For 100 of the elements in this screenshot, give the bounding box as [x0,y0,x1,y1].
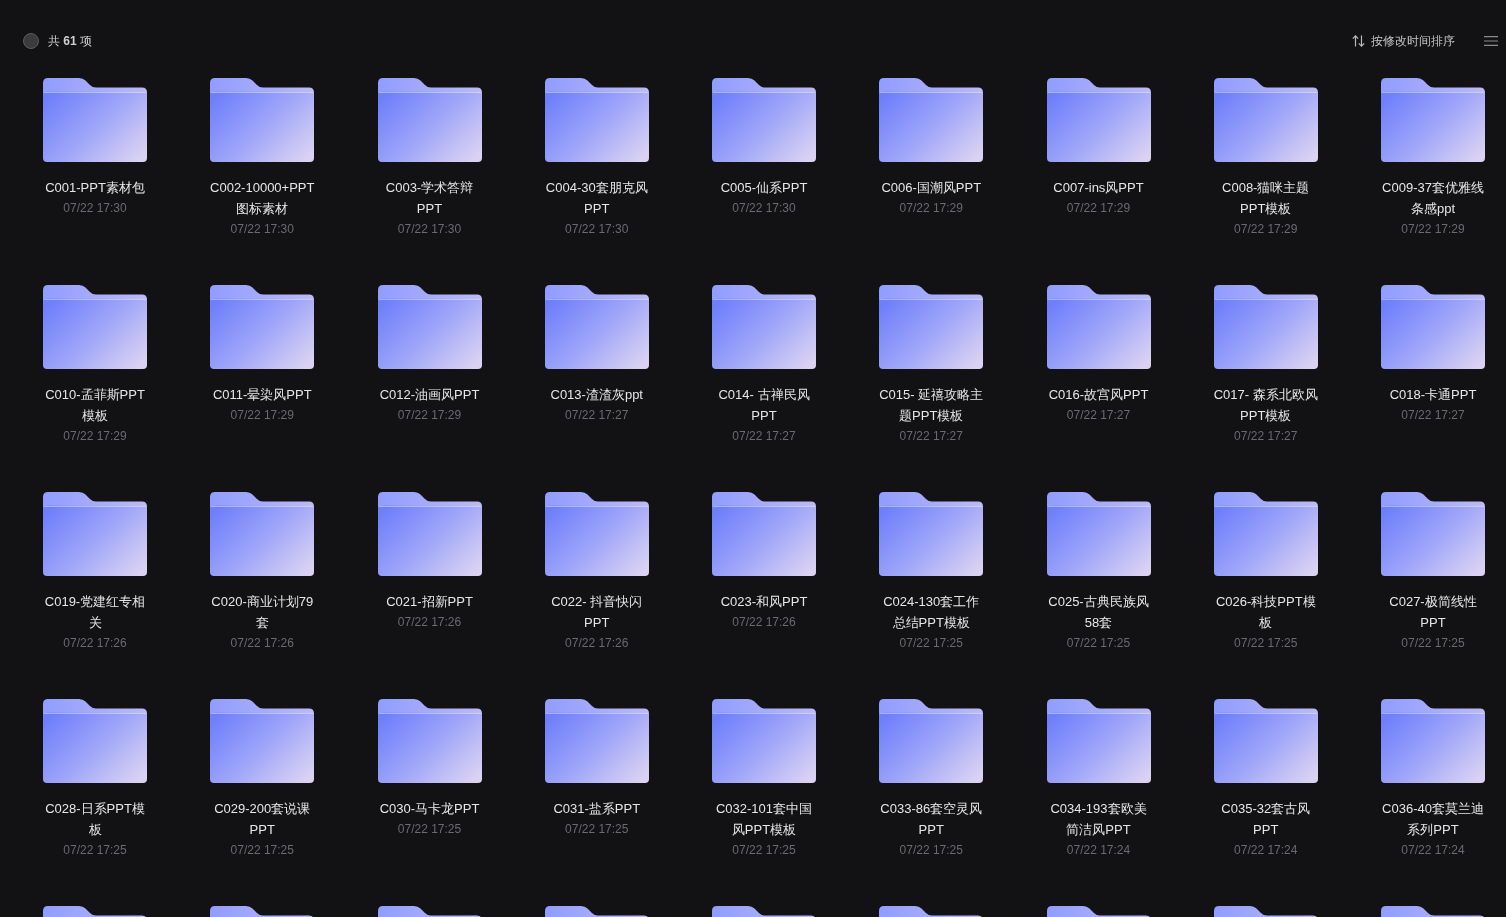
modified-date: 07/22 17:27 [1401,407,1465,424]
modified-date: 07/22 17:25 [397,821,462,838]
folder-name[interactable]: C029-200套说课PPT [208,798,316,840]
folder-icon[interactable] [43,492,147,576]
folder-name[interactable]: C020-商业计划79套 [208,591,316,633]
folder-icon[interactable] [1046,78,1151,162]
folder-name[interactable]: C010-孟菲斯PPT模板 [41,384,149,426]
folder-name[interactable]: C003-学术答辩PPT [376,177,483,219]
folder-name[interactable]: C031-盐系PPT [553,798,641,819]
modified-date: 07/22 17:26 [230,635,294,652]
modified-date: 07/22 17:24 [1066,842,1131,859]
folder-name[interactable]: C017- 森系北欧风PPT模板 [1212,384,1320,426]
folder-name[interactable]: C030-马卡龙PPT [379,798,480,819]
folder-name[interactable]: C007-ins风PPT [1053,177,1144,198]
folder-icon[interactable] [712,492,816,576]
folder-name[interactable]: C032-101套中国风PPT模板 [710,798,818,840]
folder-name[interactable]: C004-30套朋克风PPT [543,177,651,219]
folder-icon[interactable] [1381,78,1485,162]
folder-icon[interactable] [1381,285,1485,369]
folder-icon[interactable] [712,699,816,783]
folder-icon[interactable] [43,699,147,783]
modified-date: 07/22 17:26 [63,635,127,652]
folder-name[interactable]: C036-40套莫兰迪系列PPT [1379,798,1487,840]
sort-icon [1352,35,1365,47]
folder-icon[interactable] [544,492,649,576]
folder-icon[interactable] [1381,699,1485,783]
folder-icon[interactable] [1046,285,1151,369]
folder-name[interactable]: C022- 抖音快闪PPT [543,591,651,633]
modified-date: 07/22 17:29 [1234,221,1298,238]
folder-icon[interactable] [377,78,482,162]
modified-date: 07/22 17:30 [230,221,294,238]
modified-date: 07/22 17:27 [565,407,629,424]
folder-name[interactable]: C006-国潮风PPT [881,177,982,198]
folder-name[interactable]: C008-猫咪主题PPT模板 [1212,177,1320,219]
folder-icon[interactable] [1046,699,1151,783]
folder-icon[interactable] [1213,699,1318,783]
folder-icon[interactable] [1213,492,1318,576]
folder-icon[interactable] [544,285,649,369]
folder-icon[interactable] [544,699,649,783]
folder-name[interactable]: C023-和风PPT [720,591,808,612]
folder-name[interactable]: C013-渣渣灰ppt [550,384,643,405]
modified-date: 07/22 17:25 [1401,635,1465,652]
modified-date: 07/22 17:26 [565,635,629,652]
folder-icon[interactable] [210,285,315,369]
folder-icon[interactable] [43,285,147,369]
modified-date: 07/22 17:27 [899,428,963,445]
folder-name[interactable]: C009-37套优雅线条感ppt [1379,177,1487,219]
folder-name[interactable]: C019-党建红专相关 [41,591,149,633]
folder-icon[interactable] [879,78,984,162]
modified-date: 07/22 17:25 [230,842,294,859]
folder-icon[interactable] [210,78,315,162]
modified-date: 07/22 17:29 [397,407,462,424]
folder-name[interactable]: C002-10000+PPT图标素材 [208,177,316,219]
modified-date: 07/22 17:26 [397,614,462,631]
folder-name[interactable]: C014- 古禅民风PPT [710,384,818,426]
folder-icon[interactable] [712,285,816,369]
folder-name[interactable]: C028-日系PPT模板 [41,798,149,840]
select-all-checkbox[interactable] [23,33,39,49]
folder-name[interactable]: C001-PPT素材包 [45,177,145,198]
folder-icon[interactable] [879,699,984,783]
modified-date: 07/22 17:30 [397,221,462,238]
modified-date: 07/22 17:25 [899,842,963,859]
folder-icon[interactable] [1213,285,1318,369]
folder-icon[interactable] [377,285,482,369]
modified-date: 07/22 17:30 [732,200,796,217]
folder-name[interactable]: C015- 延禧攻略主题PPT模板 [877,384,985,426]
sort-button[interactable]: 按修改时间排序 [1352,32,1455,50]
folder-name[interactable]: C012-油画风PPT [379,384,480,405]
folder-icon[interactable] [879,492,984,576]
folder-name[interactable]: C011-晕染风PPT [212,384,312,405]
folder-name[interactable]: C025-古典民族风58套 [1045,591,1152,633]
folder-icon[interactable] [377,492,482,576]
folder-icon[interactable] [210,492,315,576]
folder-icon[interactable] [712,78,816,162]
modified-date: 07/22 17:25 [732,842,796,859]
folder-icon[interactable] [210,699,315,783]
modified-date: 07/22 17:27 [732,428,796,445]
folder-name[interactable]: C035-32套古风PPT [1212,798,1320,840]
folder-name[interactable]: C027-极简线性PPT [1379,591,1487,633]
folder-name[interactable]: C021-招新PPT [386,591,473,612]
folder-icon[interactable] [377,699,482,783]
folder-icon[interactable] [544,78,649,162]
modified-date: 07/22 17:24 [1234,842,1298,859]
folder-icon[interactable] [1381,492,1485,576]
menu-icon[interactable] [1484,36,1498,46]
folder-name[interactable]: C033-86套空灵风PPT [877,798,985,840]
folder-name[interactable]: C034-193套欧美简洁风PPT [1045,798,1152,840]
modified-date: 07/22 17:29 [1401,221,1465,238]
folder-icon[interactable] [1213,78,1318,162]
folder-icon[interactable] [1046,492,1151,576]
folder-name[interactable]: C016-故宫风PPT [1048,384,1149,405]
folder-name[interactable]: C018-卡通PPT [1389,384,1477,405]
folder-icon[interactable] [879,285,984,369]
folder-icon[interactable] [43,78,147,162]
folder-name[interactable]: C024-130套工作总结PPT模板 [877,591,985,633]
modified-date: 07/22 17:25 [1234,635,1298,652]
modified-date: 07/22 17:26 [732,614,796,631]
folder-name[interactable]: C026-科技PPT模板 [1212,591,1320,633]
folder-name[interactable]: C005-仙系PPT [720,177,808,198]
modified-date: 07/22 17:29 [899,200,963,217]
